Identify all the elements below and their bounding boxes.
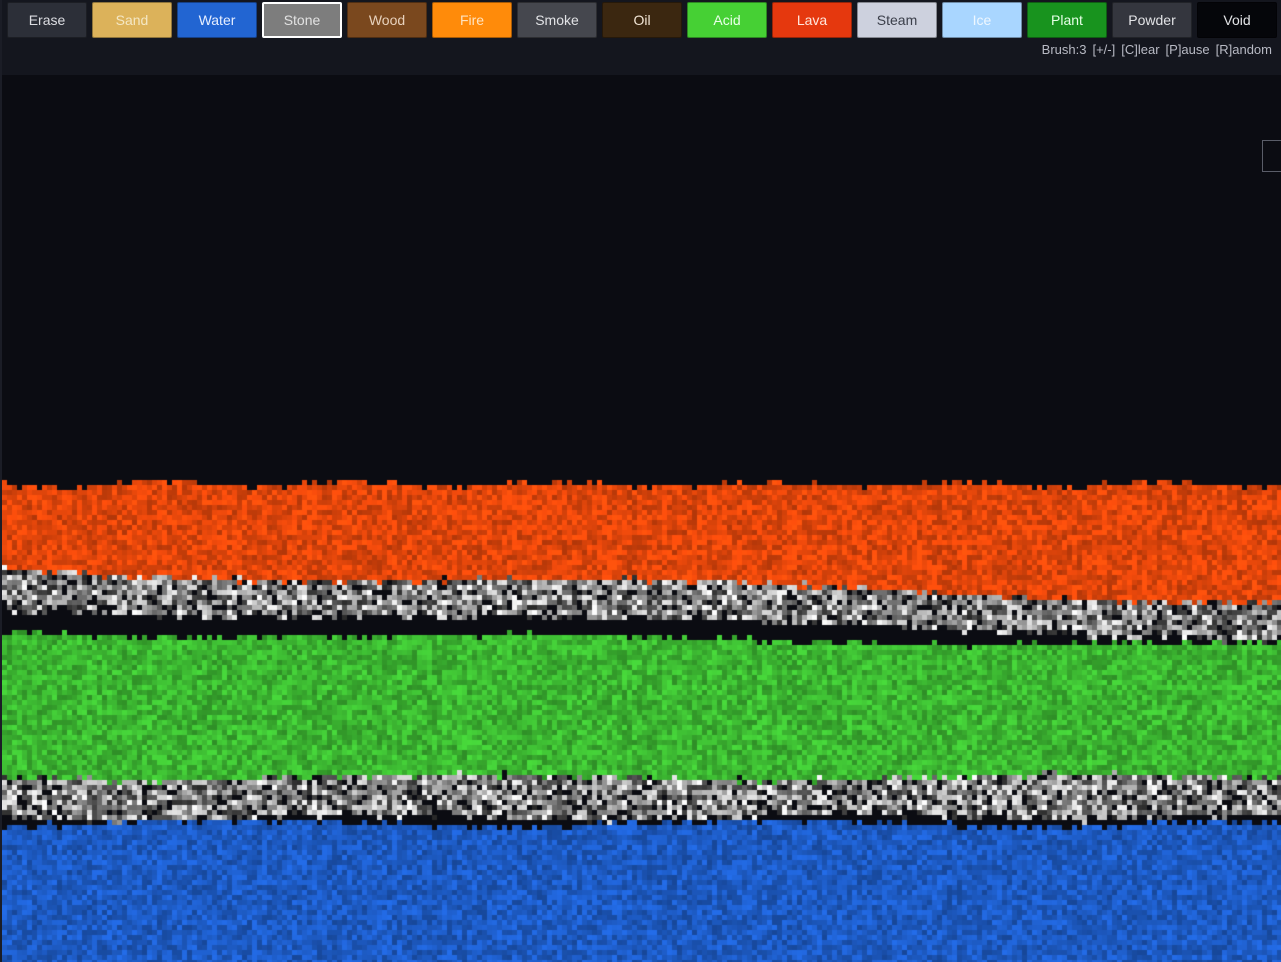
material-button-sand[interactable]: Sand <box>92 2 172 38</box>
random-hint: [R]andom <box>1215 42 1272 57</box>
material-button-powder[interactable]: Powder <box>1112 2 1192 38</box>
pause-hint: [P]ause <box>1165 42 1210 57</box>
material-button-smoke[interactable]: Smoke <box>517 2 597 38</box>
material-button-plant[interactable]: Plant <box>1027 2 1107 38</box>
simulation-canvas[interactable] <box>2 75 1281 962</box>
brush-resize-hint: [+/-] <box>1092 42 1116 57</box>
material-button-erase[interactable]: Erase <box>7 2 87 38</box>
material-button-wood[interactable]: Wood <box>347 2 427 38</box>
clear-hint: [C]lear <box>1121 42 1160 57</box>
keyboard-hints: Brush:3 [+/-] [C]lear [P]ause [R]andom <box>1036 42 1272 57</box>
toolbar: Erase Sand Water Stone Wood Fire Smoke Oil Acid L… <box>0 0 1281 75</box>
material-button-stone[interactable]: Stone <box>262 2 342 38</box>
sandbox-app: Erase Sand Water Stone Wood Fire Smoke Oil Acid L… <box>0 0 1281 962</box>
material-button-lava[interactable]: Lava <box>772 2 852 38</box>
material-button-oil[interactable]: Oil <box>602 2 682 38</box>
material-button-water[interactable]: Water <box>177 2 257 38</box>
material-button-fire[interactable]: Fire <box>432 2 512 38</box>
brush-cursor <box>1262 140 1281 172</box>
material-button-ice[interactable]: Ice <box>942 2 1022 38</box>
material-button-acid[interactable]: Acid <box>687 2 767 38</box>
brush-size-readout: Brush:3 <box>1041 42 1087 57</box>
material-button-steam[interactable]: Steam <box>857 2 937 38</box>
material-button-void[interactable]: Void <box>1197 2 1277 38</box>
